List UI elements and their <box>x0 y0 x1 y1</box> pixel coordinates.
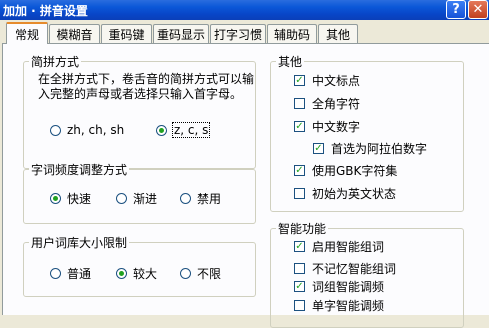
checkbox-empty-icon <box>294 263 305 274</box>
checkbox-label: 全角字符 <box>312 97 361 111</box>
tab-aux-code[interactable]: 辅助码 <box>267 24 317 43</box>
radio-indicator <box>50 193 61 204</box>
radio-label: z, c, s <box>171 122 211 138</box>
radio-unlimited[interactable]: 不限 <box>180 265 221 282</box>
radio-fast[interactable]: 快速 <box>50 190 91 207</box>
other-title: 其他 <box>276 53 305 70</box>
tab-typing-habit[interactable]: 打字习惯 <box>210 24 266 43</box>
radio-indicator <box>180 268 191 279</box>
check-chinese-digits[interactable]: ✓ 中文数字 <box>294 118 360 135</box>
check-prefer-arabic[interactable]: ✓ 首选为阿拉伯数字 <box>313 140 427 157</box>
check-no-remember-smart[interactable]: 不记忆智能组词 <box>294 260 396 277</box>
checkmark-icon: ✓ <box>294 75 305 86</box>
close-button[interactable]: ✕ <box>468 0 488 19</box>
checkbox-label: 不记忆智能组词 <box>312 262 397 276</box>
userdict-title: 用户词库大小限制 <box>29 234 130 251</box>
radio-z-c-s[interactable]: z, c, s <box>156 122 211 138</box>
check-smart-phrase[interactable]: ✓ 启用智能组词 <box>294 238 384 255</box>
checkbox-label: 初始为英文状态 <box>312 187 397 201</box>
checkmark-icon: ✓ <box>294 121 305 132</box>
tab-panel: 简拼方式 在全拼方式下，卷舌音的简拼方式可以输入完整的声母或者选择只输入首字母。… <box>2 43 489 328</box>
checkbox-label: 首选为阿拉伯数字 <box>331 142 428 156</box>
help-button[interactable]: ? <box>446 0 466 19</box>
radio-label: 渐进 <box>133 192 158 206</box>
checkbox-label: 单字智能调频 <box>312 299 385 313</box>
checkmark-icon: ✓ <box>294 241 305 252</box>
checkbox-label: 启用智能组词 <box>312 240 385 254</box>
check-gbk[interactable]: ✓ 使用GBK字符集 <box>294 162 397 179</box>
radio-larger[interactable]: 较大 <box>116 265 157 282</box>
checkbox-label: 词组智能调频 <box>312 280 385 294</box>
radio-indicator <box>50 124 61 136</box>
radio-indicator <box>116 193 127 204</box>
radio-label: 快速 <box>67 192 92 206</box>
tab-strip: 常规 模糊音 重码键 重码显示 打字习惯 辅助码 其他 <box>2 22 489 44</box>
checkmark-icon: ✓ <box>313 143 324 154</box>
radio-gradual[interactable]: 渐进 <box>116 190 157 207</box>
radio-label: 普通 <box>67 267 92 281</box>
window-title: 加加 · 拼音设置 <box>3 4 88 18</box>
checkmark-icon: ✓ <box>294 165 305 176</box>
radio-label: 不限 <box>197 267 222 281</box>
checkbox-empty-icon <box>294 188 305 199</box>
checkmark-icon: ✓ <box>294 281 305 292</box>
abbrev-title: 简拼方式 <box>29 53 82 70</box>
radio-label: zh, ch, sh <box>67 123 125 137</box>
tab-general[interactable]: 常规 <box>6 22 48 44</box>
radio-zh-ch-sh[interactable]: zh, ch, sh <box>50 123 124 137</box>
smart-title: 智能功能 <box>276 220 329 237</box>
abbrev-description: 在全拼方式下，卷舌音的简拼方式可以输入完整的声母或者选择只输入首字母。 <box>38 72 255 101</box>
title-bar[interactable]: 加加 · 拼音设置 ? ✕ <box>0 0 489 20</box>
checkbox-empty-icon <box>294 300 305 311</box>
check-phrase-freq[interactable]: ✓ 词组智能调频 <box>294 278 384 295</box>
radio-normal[interactable]: 普通 <box>50 265 91 282</box>
check-fullwidth[interactable]: 全角字符 <box>294 95 360 112</box>
radio-indicator <box>116 268 127 279</box>
radio-indicator <box>156 124 167 136</box>
freq-title: 字词频度调整方式 <box>29 161 130 178</box>
check-chinese-punct[interactable]: ✓ 中文标点 <box>294 72 360 89</box>
checkbox-label: 中文标点 <box>312 74 361 88</box>
radio-label: 较大 <box>133 267 158 281</box>
check-english-initial[interactable]: 初始为英文状态 <box>294 185 396 202</box>
radio-disabled[interactable]: 禁用 <box>180 190 221 207</box>
checkbox-label: 中文数字 <box>312 120 361 134</box>
radio-label: 禁用 <box>197 192 222 206</box>
tab-duplicate-display[interactable]: 重码显示 <box>153 24 209 43</box>
checkbox-empty-icon <box>294 98 305 109</box>
checkbox-label: 使用GBK字符集 <box>312 164 398 178</box>
tab-other[interactable]: 其他 <box>318 24 358 43</box>
tab-duplicate-key[interactable]: 重码键 <box>101 24 152 43</box>
radio-indicator <box>50 268 61 279</box>
tab-fuzzy[interactable]: 模糊音 <box>49 24 100 43</box>
check-char-freq[interactable]: 单字智能调频 <box>294 297 384 314</box>
radio-indicator <box>180 193 191 204</box>
